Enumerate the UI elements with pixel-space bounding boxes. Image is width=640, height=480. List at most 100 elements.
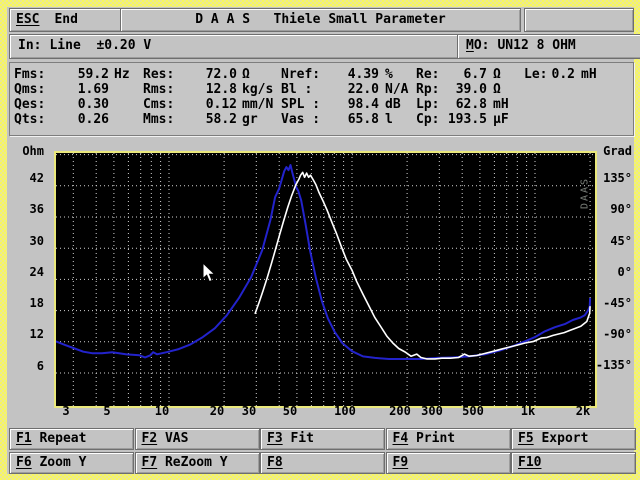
fkey-key-label: F3 [267,431,283,446]
fkey-action-label: Zoom Y [32,455,87,470]
param-value: 6.7 [425,67,487,82]
fkey-button-f6[interactable]: F6 Zoom Y [9,452,134,474]
param-label: Qes: [14,97,45,112]
model-value: UN12 8 OHM [497,38,575,53]
param-unit: Hz [114,67,130,82]
param-unit: Ω [242,67,250,82]
y-axis-right-tick: -90° [594,328,632,341]
fkey-button-f2[interactable]: F2 VAS [135,428,260,450]
fkey-button-f4[interactable]: F4 Print [386,428,511,450]
mouse-cursor [202,262,217,284]
param-value: 22.0 [315,82,379,97]
x-axis-tick: 5 [87,405,127,418]
x-axis-tick: 100 [325,405,365,418]
y-axis-left-tick: 24 [8,266,44,279]
param-unit: % [385,67,393,82]
param-value: 65.8 [315,112,379,127]
fkey-key-label: F5 [518,431,534,446]
x-axis-tick: 50 [270,405,310,418]
phase-curve [255,172,590,359]
fkey-button-f1[interactable]: F1 Repeat [9,428,134,450]
param-unit: Ω [493,67,501,82]
param-label: Mms: [143,112,174,127]
param-unit: dB [385,97,401,112]
param-label: Rms: [143,82,174,97]
parameter-row: Qms:1.69Rms:12.8kg/sBl :22.0N/ARp:39.0Ω [10,82,633,97]
fkey-key-label: F9 [393,455,409,470]
param-label: Cms: [143,97,174,112]
fkey-action-label: Repeat [32,431,87,446]
param-value: 193.5 [425,112,487,127]
param-unit: µF [493,112,509,127]
plot-area[interactable]: DAAS [54,151,597,408]
y-axis-left-title: Ohm [8,145,44,158]
fkey-key-label: F6 [16,455,32,470]
header-spare-box [524,8,634,32]
fkey-key-label: F10 [518,455,541,470]
fkey-key-label: F8 [267,455,283,470]
y-axis-left-tick: 30 [8,235,44,248]
fkey-action-label: VAS [157,431,188,446]
input-value: Line ±0.20 V [49,38,151,53]
fkey-action-label: Fit [283,431,314,446]
y-axis-right-title: Grad [594,145,632,158]
param-value: 12.8 [173,82,237,97]
impedance-phase-plot: DAAS [56,153,595,406]
fkey-button-f5[interactable]: F5 Export [511,428,636,450]
title-bar: D A A S Thiele Small Parameter [120,8,521,32]
fkey-button-f8[interactable]: F8 [260,452,385,474]
param-value: 98.4 [315,97,379,112]
fkey-action-label: Print [408,431,455,446]
fkey-key-label: F2 [142,431,158,446]
fkey-key-label: F1 [16,431,32,446]
y-axis-left-tick: 18 [8,297,44,310]
y-axis-left-tick: 42 [8,172,44,185]
fkey-button-f9[interactable]: F9 [386,452,511,474]
parameter-row: Qts:0.26Mms:58.2grVas :65.8lCp:193.5µF [10,112,633,127]
param-label: Res: [143,67,174,82]
fkey-button-f7[interactable]: F7 ReZoom Y [135,452,260,474]
param-value: 62.8 [425,97,487,112]
y-axis-left-tick: 12 [8,328,44,341]
esc-end-button[interactable]: ESCEnd [9,8,123,32]
fkey-action-label: ReZoom Y [157,455,227,470]
x-axis-tick: 1k [508,405,548,418]
param-unit: gr [242,112,258,127]
input-label: In: [18,38,41,53]
fkey-button-f10[interactable]: F10 [511,452,636,474]
model-selector[interactable]: MO: UN12 8 OHM [457,34,640,59]
param-unit: Ω [493,82,501,97]
param-value: 59.2 [46,67,109,82]
fkey-action-label: Export [534,431,589,446]
param-unit: mH [493,97,509,112]
model-label: MO: [466,38,489,53]
param-label: Qms: [14,82,45,97]
y-axis-right-tick: 135° [594,172,632,185]
x-axis-tick: 10 [142,405,182,418]
param-label: Fms: [14,67,45,82]
param-unit: l [385,112,393,127]
param-value: 39.0 [425,82,487,97]
param-unit: mm/N [242,97,273,112]
x-axis-tick: 300 [412,405,452,418]
daas-watermark: DAAS [580,177,591,209]
param-value: 0.12 [173,97,237,112]
parameter-row: Qes:0.30Cms:0.12mm/NSPL :98.4dBLp:62.8mH [10,97,633,112]
parameter-row: Fms:59.2HzRes:72.0ΩNref:4.39%Re:6.7ΩLe:0… [10,67,633,82]
y-axis-left-tick: 36 [8,203,44,216]
fkey-key-label: F7 [142,455,158,470]
param-unit: kg/s [242,82,273,97]
y-axis-right-tick: 45° [594,235,632,248]
esc-action-label: End [54,12,77,27]
fkey-key-label: F4 [393,431,409,446]
param-unit: N/A [385,82,408,97]
impedance-curve [56,165,590,359]
y-axis-left-tick: 6 [8,360,44,373]
param-value: 0.30 [46,97,109,112]
page-title: D A A S Thiele Small Parameter [195,12,445,27]
fkey-button-f3[interactable]: F3 Fit [260,428,385,450]
param-value: 0.2 [529,67,575,82]
param-label: Bl : [281,82,312,97]
y-axis-right-tick: -45° [594,297,632,310]
x-axis-tick: 30 [229,405,269,418]
